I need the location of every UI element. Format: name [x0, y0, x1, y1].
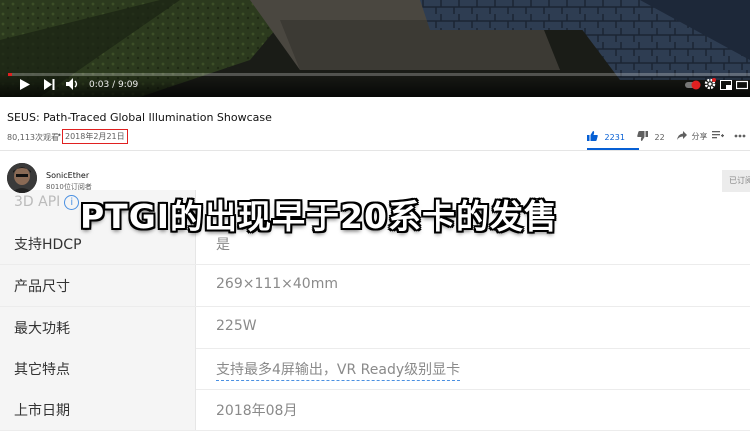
dislike-button[interactable]: 22: [637, 131, 665, 142]
volume-icon[interactable]: [66, 78, 80, 94]
spec-key: 产品尺寸: [14, 279, 70, 295]
share-icon: [677, 131, 687, 140]
publish-date: 2018年2月21日: [62, 129, 128, 144]
spec-value: 225W: [216, 318, 257, 334]
dislike-count: 22: [654, 133, 665, 142]
timecode: 0:03 / 9:09: [89, 80, 139, 90]
spec-key: 上市日期: [14, 403, 70, 419]
like-button[interactable]: 2231: [587, 131, 625, 142]
avatar[interactable]: [7, 163, 37, 193]
play-icon[interactable]: [20, 79, 30, 94]
autoplay-toggle[interactable]: [685, 79, 701, 94]
progress-bar[interactable]: [8, 73, 750, 76]
thumbs-down-icon: [637, 131, 648, 141]
channel-name[interactable]: SonicEther: [46, 171, 89, 180]
spec-key-3d-api: 3D API i: [14, 194, 80, 210]
thumbs-up-icon: [587, 131, 598, 141]
next-icon[interactable]: [44, 79, 55, 94]
info-icon[interactable]: i: [64, 194, 80, 210]
spec-row-release: 上市日期 2018年08月: [0, 389, 750, 431]
save-playlist-button[interactable]: [712, 131, 724, 142]
subscribed-button[interactable]: 已订阅: [722, 170, 750, 192]
settings-icon[interactable]: [704, 78, 716, 94]
youtube-panel: 0:03 / 9:09 SEUS: Path-Traced Global Ill…: [0, 0, 750, 193]
theater-icon[interactable]: [735, 79, 749, 94]
more-options-icon[interactable]: [734, 131, 746, 140]
miniplayer-icon[interactable]: [720, 79, 732, 94]
video-title: SEUS: Path-Traced Global Illumination Sh…: [7, 111, 272, 124]
spec-row-size: 产品尺寸 269×111×40mm: [0, 265, 750, 307]
spec-key: 最大功耗: [14, 321, 70, 337]
like-count: 2231: [604, 133, 625, 142]
view-count: 80,113次观看: [7, 133, 59, 142]
separator: •: [57, 131, 62, 140]
spec-key: 其它特点: [14, 362, 70, 378]
spec-row-power: 最大功耗 225W: [0, 307, 750, 349]
share-button[interactable]: 分享: [677, 131, 708, 142]
progress-fill: [8, 73, 12, 76]
add-to-playlist-icon: [712, 131, 724, 139]
spec-row-features: 其它特点 支持最多4屏输出，VR Ready级别显卡: [0, 348, 750, 390]
video-subtitle: PTGI的出现早于20系卡的发售: [80, 197, 558, 236]
spec-value: 2018年08月: [216, 403, 298, 419]
spec-value-link[interactable]: 支持最多4屏输出，VR Ready级别显卡: [216, 359, 461, 381]
video-player[interactable]: 0:03 / 9:09: [0, 0, 750, 97]
spec-value: 269×111×40mm: [216, 276, 338, 292]
share-label: 分享: [691, 132, 708, 141]
divider: [0, 150, 750, 151]
spec-key: 支持HDCP: [14, 237, 82, 253]
